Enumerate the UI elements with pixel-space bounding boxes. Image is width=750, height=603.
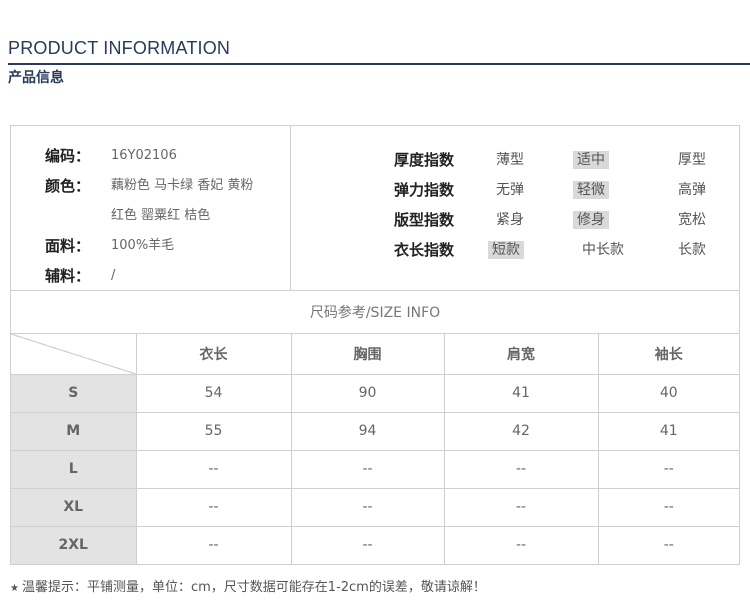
table-row: S 54 90 41 40 xyxy=(11,373,739,413)
info-row-code: 编码： 16Y02106 xyxy=(11,144,291,168)
table-cell: -- xyxy=(597,487,739,527)
table-cell: -- xyxy=(443,449,599,489)
table-cell: -- xyxy=(135,449,292,489)
info-value: 16Y02106 xyxy=(111,148,177,163)
table-row: M 55 94 42 41 xyxy=(11,411,739,451)
table-cell: 41 xyxy=(597,411,739,451)
table-cell: -- xyxy=(135,487,292,527)
row-header: XL xyxy=(11,487,137,527)
table-row: L -- -- -- -- xyxy=(11,449,739,489)
info-value: 100%羊毛 xyxy=(111,238,175,253)
index-row-elasticity: 弹力指数 无弹 轻微 高弹 xyxy=(292,178,740,202)
size-info-title: 尺码参考/SIZE INFO xyxy=(11,290,739,334)
row-header: S xyxy=(11,373,137,413)
column-header: 肩宽 xyxy=(443,334,599,375)
info-row-color: 颜色： 藕粉色 马卡绿 香妃 黄粉 xyxy=(11,174,291,198)
column-header: 衣长 xyxy=(135,334,292,375)
header-divider xyxy=(8,63,750,65)
table-header-row: 衣长 胸围 肩宽 袖长 xyxy=(11,334,739,375)
index-option: 紧身 xyxy=(496,212,524,228)
table-cell: -- xyxy=(290,449,445,489)
index-label: 版型指数 xyxy=(394,211,455,229)
table-cell: 55 xyxy=(135,411,292,451)
info-value: 藕粉色 马卡绿 香妃 黄粉 xyxy=(111,178,254,193)
info-row-accessory: 辅料： / xyxy=(11,264,291,288)
index-option: 薄型 xyxy=(496,152,524,168)
star-icon: ★ xyxy=(10,583,19,594)
row-header: L xyxy=(11,449,137,489)
info-row-fabric: 面料： 100%羊毛 xyxy=(11,234,291,258)
index-option: 厚型 xyxy=(678,152,706,168)
index-option-selected: 修身 xyxy=(573,211,609,229)
header-title-en: PRODUCT INFORMATION xyxy=(8,38,231,58)
footnote-text: 平铺测量，单位：cm，尺寸数据可能存在1-2cm的误差，敬请谅解！ xyxy=(86,580,486,595)
index-row-fit: 版型指数 紧身 修身 宽松 xyxy=(292,208,740,232)
table-cell: -- xyxy=(597,525,739,564)
info-label: 辅料： xyxy=(45,267,91,285)
index-option-selected: 轻微 xyxy=(573,181,609,199)
index-option: 中长款 xyxy=(582,242,624,258)
info-label: 颜色： xyxy=(45,177,91,195)
header-title-cn: 产品信息 xyxy=(8,70,64,86)
index-label: 衣长指数 xyxy=(394,241,455,259)
info-row-color-cont: 红色 罂粟红 桔色 xyxy=(11,204,291,228)
index-panel: 厚度指数 薄型 适中 厚型 弹力指数 无弹 轻微 高弹 版型指数 紧身 修身 宽… xyxy=(292,126,740,290)
info-label: 编码： xyxy=(45,147,91,165)
product-info-panel: 编码： 16Y02106 颜色： 藕粉色 马卡绿 香妃 黄粉 红色 罂粟红 桔色… xyxy=(10,125,740,565)
row-header: M xyxy=(11,411,137,451)
row-header: 2XL xyxy=(11,525,137,564)
table-cell: -- xyxy=(597,449,739,489)
index-option-selected: 适中 xyxy=(573,151,609,169)
table-row: 2XL -- -- -- -- xyxy=(11,525,739,564)
basic-info: 编码： 16Y02106 颜色： 藕粉色 马卡绿 香妃 黄粉 红色 罂粟红 桔色… xyxy=(11,126,291,290)
index-option: 宽松 xyxy=(678,212,706,228)
table-corner-cell xyxy=(11,334,137,375)
table-cell: -- xyxy=(443,487,599,527)
size-table: 衣长 胸围 肩宽 袖长 S 54 90 41 40 M 55 94 42 41 … xyxy=(11,334,739,564)
column-header: 袖长 xyxy=(597,334,739,375)
footnote: ★ 温馨提示：平铺测量，单位：cm，尺寸数据可能存在1-2cm的误差，敬请谅解！ xyxy=(10,576,486,595)
table-cell: 41 xyxy=(443,373,599,413)
table-cell: -- xyxy=(443,525,599,564)
info-label: 面料： xyxy=(45,237,91,255)
index-option: 高弹 xyxy=(678,182,706,198)
index-row-length: 衣长指数 短款 中长款 长款 xyxy=(292,238,740,262)
info-value: / xyxy=(111,268,116,283)
table-cell: 54 xyxy=(135,373,292,413)
index-option-selected: 短款 xyxy=(488,241,524,259)
index-option: 长款 xyxy=(678,242,706,258)
table-row: XL -- -- -- -- xyxy=(11,487,739,527)
index-option: 无弹 xyxy=(496,182,524,198)
info-value: 红色 罂粟红 桔色 xyxy=(111,208,211,223)
table-cell: 42 xyxy=(443,411,599,451)
table-cell: -- xyxy=(290,525,445,564)
index-row-thickness: 厚度指数 薄型 适中 厚型 xyxy=(292,148,740,172)
table-cell: -- xyxy=(290,487,445,527)
index-label: 弹力指数 xyxy=(394,181,455,199)
table-cell: 90 xyxy=(290,373,445,413)
table-cell: 94 xyxy=(290,411,445,451)
table-cell: 40 xyxy=(597,373,739,413)
table-cell: -- xyxy=(135,525,292,564)
footnote-label: 温馨提示： xyxy=(21,580,87,595)
column-header: 胸围 xyxy=(290,334,445,375)
index-label: 厚度指数 xyxy=(394,151,455,169)
